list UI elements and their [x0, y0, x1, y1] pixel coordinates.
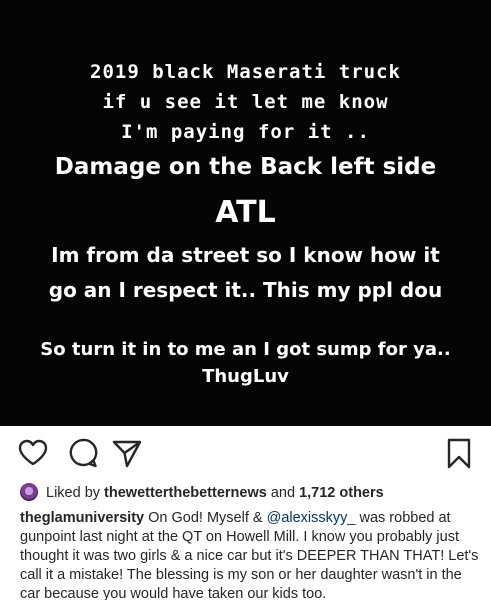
story-text-line: Im from da street so I know how it [51, 243, 440, 267]
story-image: 2019 black Maserati truck if u see it le… [0, 0, 491, 426]
story-text-line: Damage on the Back left side [54, 154, 437, 180]
liker-username[interactable]: thewetterthebetternews [104, 485, 267, 501]
likes-and: and [270, 485, 296, 501]
comment-icon[interactable] [66, 436, 100, 470]
story-text-line: go an I respect it.. This my ppl dou [48, 278, 443, 302]
post-caption: theglamuniversity On God! Myself & @alex… [20, 509, 482, 600]
heart-icon[interactable] [16, 436, 50, 470]
likes-row: Liked by thewetterthebetternews and 1,71… [20, 482, 480, 504]
story-text-line: I'm paying for it .. [121, 121, 370, 143]
story-text-line: ThugLuv [202, 366, 289, 387]
paper-plane-icon[interactable] [110, 436, 144, 470]
likes-prefix: Liked by [46, 485, 101, 501]
bookmark-icon[interactable] [442, 436, 476, 470]
story-text-line: ATL [215, 195, 276, 230]
story-text-line: So turn it in to me an I got sump for ya… [40, 339, 451, 360]
avatar[interactable] [20, 483, 38, 501]
caption-text: On God! Myself & [144, 510, 267, 526]
post-action-bar [0, 432, 491, 476]
story-text-line: 2019 black Maserati truck [90, 61, 401, 83]
caption-mention-link[interactable]: @alexisskyy_ [267, 510, 356, 526]
story-text-line: if u see it let me know [102, 91, 389, 113]
caption-username[interactable]: theglamuniversity [20, 510, 144, 526]
likes-count[interactable]: 1,712 others [299, 485, 384, 501]
